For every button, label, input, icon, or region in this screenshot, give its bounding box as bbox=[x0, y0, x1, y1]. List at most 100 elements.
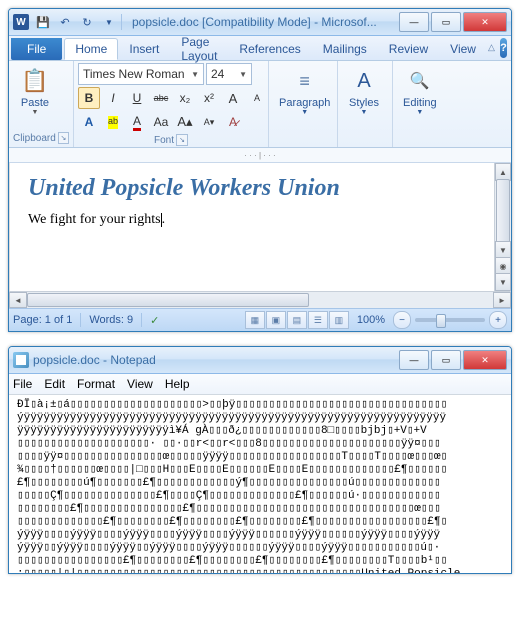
font-name-combo[interactable]: Times New Roman▼ bbox=[78, 63, 204, 85]
zoom-out-button[interactable]: − bbox=[393, 311, 411, 329]
web-view[interactable]: ▤ bbox=[287, 311, 307, 329]
paste-button[interactable]: 📋 Paste ▼ bbox=[13, 63, 57, 118]
highlight-button[interactable]: ab bbox=[102, 111, 124, 133]
subscript-button[interactable]: x₂ bbox=[174, 87, 196, 109]
window-controls: — ▭ ✕ bbox=[397, 12, 507, 32]
zoom-slider[interactable] bbox=[415, 318, 485, 322]
notepad-help-menu[interactable]: Help bbox=[165, 377, 190, 391]
window-title: popsicle.doc [Compatibility Mode] - Micr… bbox=[124, 15, 397, 29]
help-button[interactable]: ? bbox=[500, 38, 507, 58]
draft-view[interactable]: ▥ bbox=[329, 311, 349, 329]
shrink-font2-button[interactable]: A▾ bbox=[198, 111, 220, 133]
bold-button[interactable]: B bbox=[78, 87, 100, 109]
scroll-right-icon[interactable]: ► bbox=[493, 292, 511, 308]
notepad-maximize-button[interactable]: ▭ bbox=[431, 350, 461, 370]
paragraph-group: ≡Paragraph▼ bbox=[269, 61, 338, 147]
ribbon-tabs: File Home Insert Page Layout References … bbox=[9, 36, 511, 61]
styles-button[interactable]: AStyles▼ bbox=[342, 63, 386, 118]
save-button[interactable]: 💾 bbox=[33, 12, 53, 32]
notepad-menubar: File Edit Format View Help bbox=[9, 374, 511, 395]
notepad-file-menu[interactable]: File bbox=[13, 377, 32, 391]
vscroll-thumb[interactable] bbox=[496, 179, 510, 243]
view-buttons: ▦ ▣ ▤ ☰ ▥ bbox=[245, 311, 349, 329]
clipboard-launcher[interactable]: ↘ bbox=[58, 132, 69, 144]
editing-button[interactable]: 🔍Editing▼ bbox=[397, 63, 443, 118]
clipboard-label: Clipboard bbox=[13, 133, 56, 144]
word-statusbar: Page: 1 of 1 Words: 9 ✓ ▦ ▣ ▤ ☰ ▥ 100% −… bbox=[9, 308, 511, 331]
review-tab[interactable]: Review bbox=[378, 38, 439, 60]
font-color-button[interactable]: A bbox=[126, 111, 148, 133]
notepad-view-menu[interactable]: View bbox=[127, 377, 153, 391]
proofing-icon[interactable]: ✓ bbox=[150, 314, 159, 327]
paste-icon: 📋 bbox=[19, 65, 51, 97]
minimize-ribbon-icon[interactable]: △ bbox=[487, 36, 496, 58]
next-page-icon[interactable]: ▼ bbox=[495, 273, 511, 291]
zoom-in-button[interactable]: + bbox=[489, 311, 507, 329]
strike-button[interactable]: abc bbox=[150, 87, 172, 109]
zoom-control: − + bbox=[393, 311, 507, 329]
print-layout-view[interactable]: ▦ bbox=[245, 311, 265, 329]
paragraph-button[interactable]: ≡Paragraph▼ bbox=[273, 63, 336, 118]
grow-font2-button[interactable]: A▴ bbox=[174, 111, 196, 133]
italic-button[interactable]: I bbox=[102, 87, 124, 109]
insert-tab[interactable]: Insert bbox=[118, 38, 170, 60]
mailings-tab[interactable]: Mailings bbox=[312, 38, 378, 60]
zoom-level[interactable]: 100% bbox=[357, 314, 385, 326]
editing-group: 🔍Editing▼ bbox=[393, 61, 451, 147]
text-cursor bbox=[161, 213, 162, 227]
change-case-button[interactable]: Aa bbox=[150, 111, 172, 133]
document-area[interactable]: United Popsicle Workers Union We fight f… bbox=[9, 163, 511, 291]
qat-customize-icon[interactable]: ▼ bbox=[99, 12, 119, 32]
zoom-slider-thumb[interactable] bbox=[436, 314, 446, 328]
view-tab[interactable]: View bbox=[439, 38, 487, 60]
word-count[interactable]: Words: 9 bbox=[89, 314, 133, 326]
references-tab[interactable]: References bbox=[228, 38, 311, 60]
page-status[interactable]: Page: 1 of 1 bbox=[13, 314, 72, 326]
file-tab[interactable]: File bbox=[11, 38, 62, 60]
document-heading[interactable]: United Popsicle Workers Union bbox=[28, 175, 492, 202]
notepad-minimize-button[interactable]: — bbox=[399, 350, 429, 370]
font-group: Times New Roman▼ 24▼ B I U abc x₂ x² A A… bbox=[74, 61, 269, 147]
scroll-left-icon[interactable]: ◄ bbox=[9, 292, 27, 308]
notepad-titlebar[interactable]: popsicle.doc - Notepad — ▭ ✕ bbox=[9, 347, 511, 374]
fullscreen-view[interactable]: ▣ bbox=[266, 311, 286, 329]
notepad-edit-menu[interactable]: Edit bbox=[44, 377, 65, 391]
minimize-button[interactable]: — bbox=[399, 12, 429, 32]
notepad-app-icon bbox=[13, 352, 29, 368]
paragraph-icon: ≡ bbox=[289, 65, 321, 97]
document-container: United Popsicle Workers Union We fight f… bbox=[9, 163, 511, 291]
underline-button[interactable]: U bbox=[126, 87, 148, 109]
notepad-close-button[interactable]: ✕ bbox=[463, 350, 507, 370]
vertical-scrollbar[interactable]: ▲ ▼ ◉ ▼ bbox=[494, 163, 511, 291]
clear-format-button[interactable]: A̷ bbox=[222, 111, 244, 133]
styles-group: AStyles▼ bbox=[338, 61, 393, 147]
notepad-title: popsicle.doc - Notepad bbox=[33, 353, 397, 367]
word-titlebar[interactable]: W 💾 ↶ ↻ ▼ popsicle.doc [Compatibility Mo… bbox=[9, 9, 511, 36]
document-body[interactable]: We fight for your rights. bbox=[28, 212, 492, 228]
maximize-button[interactable]: ▭ bbox=[431, 12, 461, 32]
redo-button[interactable]: ↻ bbox=[77, 12, 97, 32]
pagelayout-tab[interactable]: Page Layout bbox=[170, 38, 228, 60]
notepad-format-menu[interactable]: Format bbox=[77, 377, 115, 391]
notepad-window-controls: — ▭ ✕ bbox=[397, 350, 507, 370]
styles-icon: A bbox=[348, 65, 380, 97]
horizontal-scrollbar[interactable]: ◄ ► bbox=[9, 291, 511, 308]
separator bbox=[121, 14, 122, 30]
ruler[interactable]: · · · | · · · bbox=[9, 148, 511, 163]
font-size-combo[interactable]: 24▼ bbox=[206, 63, 252, 85]
shrink-font-button[interactable]: A bbox=[246, 87, 268, 109]
word-app-icon: W bbox=[13, 14, 29, 30]
home-tab[interactable]: Home bbox=[64, 38, 118, 60]
close-button[interactable]: ✕ bbox=[463, 12, 507, 32]
superscript-button[interactable]: x² bbox=[198, 87, 220, 109]
outline-view[interactable]: ☰ bbox=[308, 311, 328, 329]
grow-font-button[interactable]: A bbox=[222, 87, 244, 109]
hscroll-thumb[interactable] bbox=[27, 293, 309, 307]
text-effects-button[interactable]: A bbox=[78, 111, 100, 133]
undo-button[interactable]: ↶ bbox=[55, 12, 75, 32]
quick-access-toolbar: 💾 ↶ ↻ ▼ bbox=[33, 12, 119, 32]
find-icon: 🔍 bbox=[404, 65, 436, 97]
font-launcher[interactable]: ↘ bbox=[176, 134, 188, 146]
notepad-text-area[interactable]: ÐÏ▯à¡±▯á▯▯▯▯▯▯▯▯▯▯▯▯▯▯▯▯▯▯▯▯>▯▯þÿ▯▯▯▯▯▯▯… bbox=[9, 395, 511, 573]
word-window: W 💾 ↶ ↻ ▼ popsicle.doc [Compatibility Mo… bbox=[8, 8, 512, 332]
